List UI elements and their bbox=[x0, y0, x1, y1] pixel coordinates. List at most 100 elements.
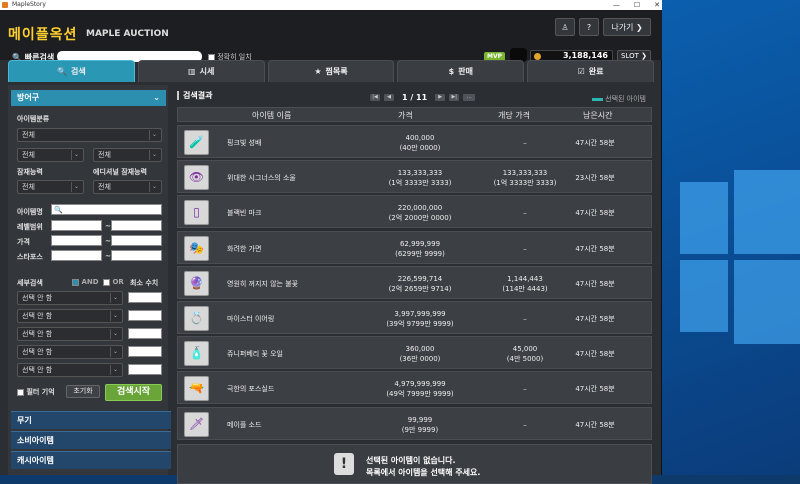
item-name: 핑크빛 성배 bbox=[227, 139, 262, 147]
maximize-button[interactable]: ☐ bbox=[634, 0, 640, 10]
chevron-down-icon: ⌄ bbox=[110, 365, 120, 375]
item-icon: ▯ bbox=[184, 200, 209, 226]
starforce-min-input[interactable] bbox=[51, 250, 102, 261]
item-icon: 🗡 bbox=[184, 411, 209, 437]
table-row[interactable]: 🗡 메이플 소드 99,999 (9만 9999) –47시간 58분 bbox=[177, 406, 652, 440]
chevron-down-icon: ⌄ bbox=[149, 130, 159, 140]
and-checkbox[interactable] bbox=[72, 278, 79, 286]
table-row[interactable]: 🧪 핑크빛 성배 400,000 (40만 0000) –47시간 58분 bbox=[177, 125, 652, 158]
windows-logo-pane bbox=[734, 260, 800, 344]
detail-search-label: 세부검색 bbox=[17, 279, 43, 287]
star-icon: ★ bbox=[314, 67, 322, 76]
detail-option-select[interactable]: 선택 안 함 ⌄ bbox=[17, 327, 123, 341]
starforce-max-input[interactable] bbox=[111, 250, 162, 261]
exit-button[interactable]: 나가기 ❯ bbox=[603, 18, 651, 36]
detail-option-select[interactable]: 선택 안 함 ⌄ bbox=[17, 363, 123, 377]
table-row[interactable]: 🎭 화려한 가면 62,999,999 (6299만 9999) –47시간 58분 bbox=[177, 230, 652, 264]
pagination: |◀ ◀ 1 / 11 ▶ ▶| … bbox=[370, 93, 476, 102]
chevron-down-icon: ⌄ bbox=[110, 311, 120, 321]
item-time-left: 47시간 58분 bbox=[575, 350, 615, 359]
item-name: 위대한 시그너스의 소울 bbox=[227, 174, 296, 183]
category-armor-header[interactable]: 방어구 ⌄ bbox=[11, 90, 166, 106]
search-start-button[interactable]: 검색시작 bbox=[105, 384, 162, 401]
minimize-button[interactable]: — bbox=[613, 0, 620, 10]
table-row[interactable]: 🧴 쥬니퍼베리 꽃 오일 360,000 (36만 0000) 45,000 (4만 50… bbox=[177, 336, 652, 370]
chevron-down-icon: ⌄ bbox=[71, 150, 81, 160]
windows-logo-pane bbox=[680, 260, 728, 332]
additional-potential-select[interactable]: 전체 ⌄ bbox=[93, 180, 162, 194]
item-icon: 🧴 bbox=[184, 341, 209, 367]
or-option[interactable]: OR bbox=[103, 278, 124, 286]
detail-min-input[interactable] bbox=[128, 346, 162, 357]
item-icon: 💍 bbox=[184, 306, 209, 331]
detail-option-select[interactable]: 선택 안 함 ⌄ bbox=[17, 309, 123, 323]
item-subclass2-select[interactable]: 전체 ⌄ bbox=[93, 148, 162, 162]
tab-search[interactable]: 🔍 검색 bbox=[8, 60, 135, 82]
detail-min-input[interactable] bbox=[128, 310, 162, 321]
detail-min-input[interactable] bbox=[128, 328, 162, 339]
chevron-down-icon: ⌄ bbox=[149, 150, 159, 160]
item-time-left: 47시간 58분 bbox=[575, 385, 615, 394]
search-icon: 🔍 bbox=[57, 67, 68, 76]
level-min-input[interactable] bbox=[51, 220, 102, 231]
tab-sell[interactable]: $ 판매 bbox=[397, 60, 525, 82]
detail-min-input[interactable] bbox=[128, 364, 162, 375]
item-name-input[interactable]: 🔍 bbox=[51, 204, 162, 215]
item-time-left: 23시간 58분 bbox=[575, 174, 615, 183]
close-button[interactable]: ✕ bbox=[654, 0, 660, 10]
starforce-label: 스타포스 bbox=[17, 253, 43, 261]
prev-page-button[interactable]: ◀ bbox=[384, 94, 394, 101]
item-class-label: 아이템분류 bbox=[17, 115, 50, 123]
next-page-button[interactable]: ▶ bbox=[435, 94, 446, 101]
column-unit-price[interactable]: 개당 가격 bbox=[498, 110, 530, 121]
checkbox-icon: ☑ bbox=[577, 67, 585, 76]
item-name: 영원히 꺼지지 않는 불꽃 bbox=[227, 279, 299, 288]
chevron-down-icon: ⌄ bbox=[110, 329, 120, 339]
item-subclass-select[interactable]: 전체 ⌄ bbox=[17, 148, 84, 162]
price-tilde: ~ bbox=[105, 237, 111, 245]
item-time-left: 47시간 58분 bbox=[575, 139, 615, 147]
results-title: 검색결과 bbox=[177, 91, 212, 100]
price-min-input[interactable] bbox=[51, 235, 102, 246]
first-page-button[interactable]: |◀ bbox=[370, 94, 380, 101]
page-jump-button[interactable]: … bbox=[463, 94, 476, 101]
person-icon-button[interactable]: ♙ bbox=[555, 18, 575, 36]
column-price[interactable]: 가격 bbox=[398, 110, 413, 121]
tab-market-price[interactable]: ▥ 시세 bbox=[137, 60, 265, 82]
legend-swatch bbox=[592, 97, 604, 101]
detail-min-input[interactable] bbox=[128, 292, 162, 303]
chevron-down-icon: ⌄ bbox=[153, 93, 160, 102]
last-page-button[interactable]: ▶| bbox=[449, 94, 460, 101]
help-button[interactable]: ? bbox=[579, 18, 599, 36]
windows-logo-pane bbox=[680, 182, 728, 254]
table-row[interactable]: 👁 위대한 시그너스의 소울 133,333,333 (1억 3333만 3333) 1… bbox=[177, 160, 652, 194]
item-class-select[interactable]: 전체 ⌄ bbox=[17, 128, 162, 142]
column-time-left[interactable]: 남은시간 bbox=[583, 110, 612, 121]
level-range-label: 레벨범위 bbox=[17, 223, 43, 231]
level-max-input[interactable] bbox=[111, 220, 162, 231]
windows-logo-pane bbox=[734, 170, 800, 254]
table-row[interactable]: 💍 마이스터 이어링 3,997,999,999 (39억 9799만 9999) –4… bbox=[177, 301, 652, 334]
category-weapon[interactable]: 무기 bbox=[11, 411, 171, 429]
or-checkbox[interactable] bbox=[103, 278, 110, 286]
remember-filter-checkbox[interactable] bbox=[17, 388, 24, 396]
desktop-background bbox=[662, 0, 800, 475]
remember-filter-option[interactable]: 필터 기억 bbox=[17, 387, 55, 397]
category-cash[interactable]: 캐시아이템 bbox=[11, 451, 171, 469]
table-row[interactable]: 🔫 극한의 포스실드 4,979,999,999 (49억 7999만 9999) –4… bbox=[177, 371, 652, 405]
chevron-down-icon: ⌄ bbox=[110, 347, 120, 357]
potential-select[interactable]: 전체 ⌄ bbox=[17, 180, 84, 194]
item-icon: 🔮 bbox=[184, 270, 209, 296]
tab-complete[interactable]: ☑ 완료 bbox=[527, 60, 654, 82]
table-row[interactable]: 🔮 영원히 꺼지지 않는 불꽃 226,599,714 (2억 2659만 9714)… bbox=[177, 265, 652, 299]
detail-option-select[interactable]: 선택 안 함 ⌄ bbox=[17, 345, 123, 359]
tab-wishlist[interactable]: ★ 찜목록 bbox=[267, 60, 395, 82]
table-row[interactable]: ▯ 블랙빈 마크 220,000,000 (2억 2000만 0000) –47시간 5… bbox=[177, 195, 652, 229]
detail-option-select[interactable]: 선택 안 함 ⌄ bbox=[17, 291, 123, 305]
reset-button[interactable]: 초기화 bbox=[66, 385, 100, 398]
price-max-input[interactable] bbox=[111, 235, 162, 246]
and-option[interactable]: AND bbox=[72, 278, 99, 286]
empty-message-1: 선택된 아이템이 없습니다. bbox=[366, 456, 456, 465]
column-name[interactable]: 아이템 이름 bbox=[252, 110, 291, 121]
category-consumable[interactable]: 소비아이템 bbox=[11, 431, 171, 449]
